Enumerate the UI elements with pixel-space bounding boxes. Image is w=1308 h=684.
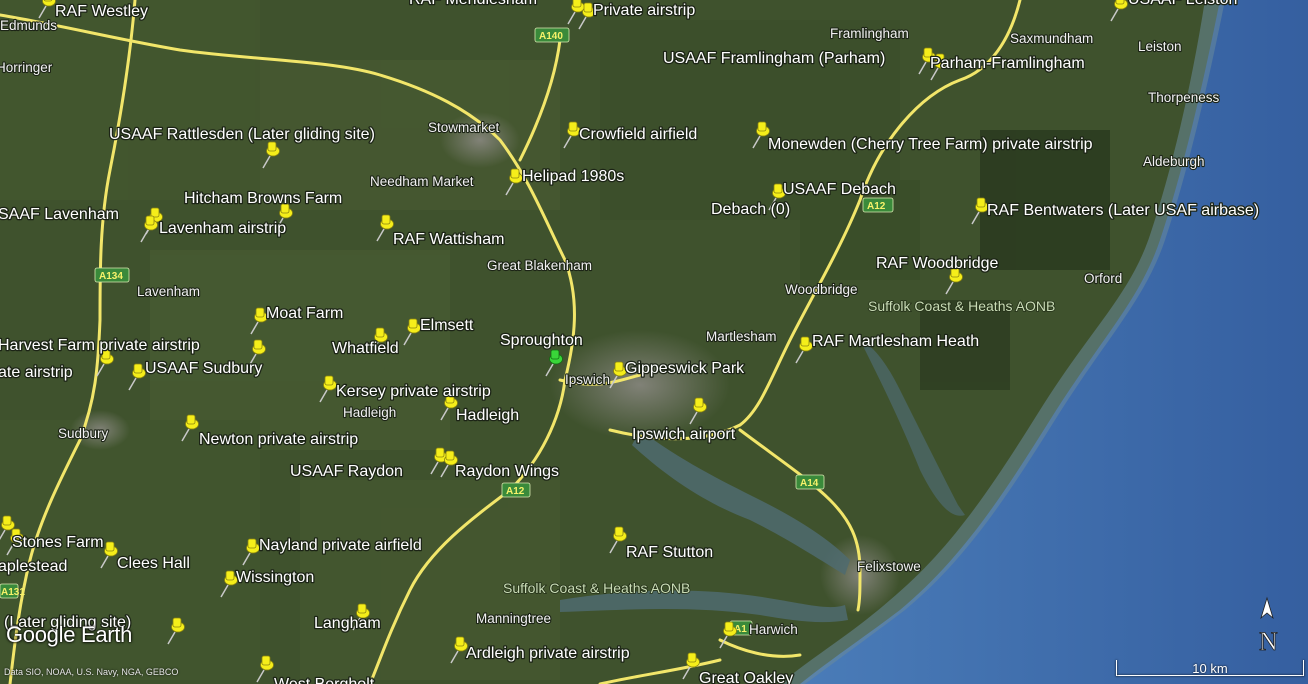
road-shield-a134: A134 [94,267,130,283]
place-label: Horringer [0,60,53,75]
place-label: Sudbury [58,426,109,441]
placemark-label[interactable]: Hadleigh [455,406,521,426]
north-arrow-icon[interactable]: N [1254,596,1284,656]
placemark-label[interactable]: USAAF Rattlesden (Later gliding site) [108,125,377,145]
placemark-label[interactable]: Private airstrip [592,1,697,21]
road-shield-a131: A131 [0,583,25,599]
place-label: Framlingham [830,26,909,41]
place-label: Needham Market [370,174,474,189]
placemark-label[interactable]: RAF Mendlesham [408,0,539,9]
placemark-label[interactable]: aplestead [0,557,69,577]
place-label: Saxmundham [1010,31,1093,46]
place-label: Leiston [1138,39,1182,54]
placemark-label[interactable]: Moat Farm [265,304,345,324]
placemark-label[interactable]: West Bergholt [273,675,376,684]
placemark-label[interactable]: RAF Stutton [625,543,715,563]
placemark-label[interactable]: USAAF Sudbury [144,359,264,379]
scale-tick-right [1303,660,1304,676]
satellite-map[interactable]: A140 A12 A134 A14 A12 A1 A131 Edmunds Ho… [0,0,1308,684]
place-label: Woodbridge [785,282,858,297]
place-label: Great Blakenham [487,258,592,273]
place-label: Hadleigh [343,405,396,420]
placemark-label[interactable]: Newton private airstrip [198,430,360,450]
place-label: Orford [1084,271,1122,286]
placemark-label[interactable]: USAAF Raydon [289,462,405,482]
placemark-label[interactable]: Hitcham Browns Farm [183,189,344,209]
place-label: Aldeburgh [1143,154,1205,169]
scale-bar: 10 km [1116,660,1304,678]
aonb-label: Suffolk Coast & Heaths AONB [868,298,1055,314]
map-attribution: Data SIO, NOAA, U.S. Navy, NGA, GEBCO [4,667,179,677]
svg-text:A12: A12 [867,201,886,212]
place-label: Stowmarket [428,120,500,135]
place-label: Martlesham [706,329,777,344]
placemark-label[interactable]: Helipad 1980s [521,167,626,187]
placemark-label[interactable]: ate airstrip [0,363,74,383]
svg-text:A134: A134 [99,271,123,282]
placemark-label[interactable]: Gippeswick Park [624,359,747,379]
placemark-label[interactable]: Lavenham airstrip [158,219,288,239]
placemark-label[interactable]: Monewden (Cherry Tree Farm) private airs… [767,135,1094,155]
scale-label: 10 km [1192,661,1228,676]
scale-line [1116,675,1304,676]
road-shield-a12-south: A12 [501,482,531,498]
svg-text:A12: A12 [506,486,525,497]
placemark-label[interactable]: USAAF Leiston [1127,0,1239,9]
svg-text:A14: A14 [800,478,819,489]
svg-text:A140: A140 [539,31,563,42]
place-label: Harwich [749,622,798,637]
aonb-label: Suffolk Coast & Heaths AONB [503,580,690,596]
place-label: Manningtree [476,611,551,626]
place-label: Edmunds [0,18,57,33]
place-label: Thorpeness [1148,90,1220,105]
placemark-label[interactable]: Wissington [235,568,316,588]
placemark-label[interactable]: Great Oakley [698,669,795,684]
place-label: Felixstowe [857,559,921,574]
placemark-label[interactable]: Kersey private airstrip [335,382,492,402]
placemark-label[interactable]: USAAF Framlingham (Parham) [662,49,887,69]
placemark-label[interactable]: Debach (0) [710,200,792,220]
placemark-label[interactable]: RAF Wattisham [392,230,506,250]
placemark-label[interactable]: RAF Westley [54,2,150,22]
placemark-label[interactable]: Harvest Farm private airstrip [0,336,201,356]
placemark-label[interactable]: Ardleigh private airstrip [465,644,631,664]
road-shield-a140: A140 [534,27,570,43]
placemark-label[interactable]: RAF Bentwaters (Later USAF airbase) [986,201,1261,221]
placemark-label[interactable]: RAF Martlesham Heath [811,332,981,352]
scale-tick-left [1116,660,1117,676]
google-earth-logo: Google Earth [6,622,133,647]
svg-text:A131: A131 [1,587,25,598]
placemark-label[interactable]: Raydon Wings [454,462,561,482]
placemark-label[interactable]: RAF Woodbridge [875,254,1000,274]
placemark-label[interactable]: Whatfield [331,339,400,359]
placemark-label[interactable]: Nayland private airfield [258,536,423,556]
place-label: Ipswich [565,372,610,387]
compass-graphic: N [1259,596,1278,656]
placemark-label[interactable]: Sproughton [499,331,584,351]
placemark-label[interactable]: SAAF Lavenham [0,205,120,225]
placemark-label[interactable]: Ipswich airport [631,425,737,445]
compass-label: N [1259,627,1278,656]
placemark-label[interactable]: USAAF Debach [782,180,898,200]
placemark-label[interactable]: Parham-Framlingham [929,54,1086,74]
placemark-label[interactable]: Stones Farm [11,533,105,553]
place-label: Lavenham [137,284,200,299]
placemark-label[interactable]: Elmsett [419,316,475,336]
placemark-label[interactable]: Clees Hall [116,554,192,574]
road-shield-a14: A14 [795,474,825,490]
placemark-label[interactable]: Langham [313,614,382,634]
placemark-label[interactable]: Crowfield airfield [578,125,699,145]
road-shield-a12-north: A12 [862,197,894,213]
